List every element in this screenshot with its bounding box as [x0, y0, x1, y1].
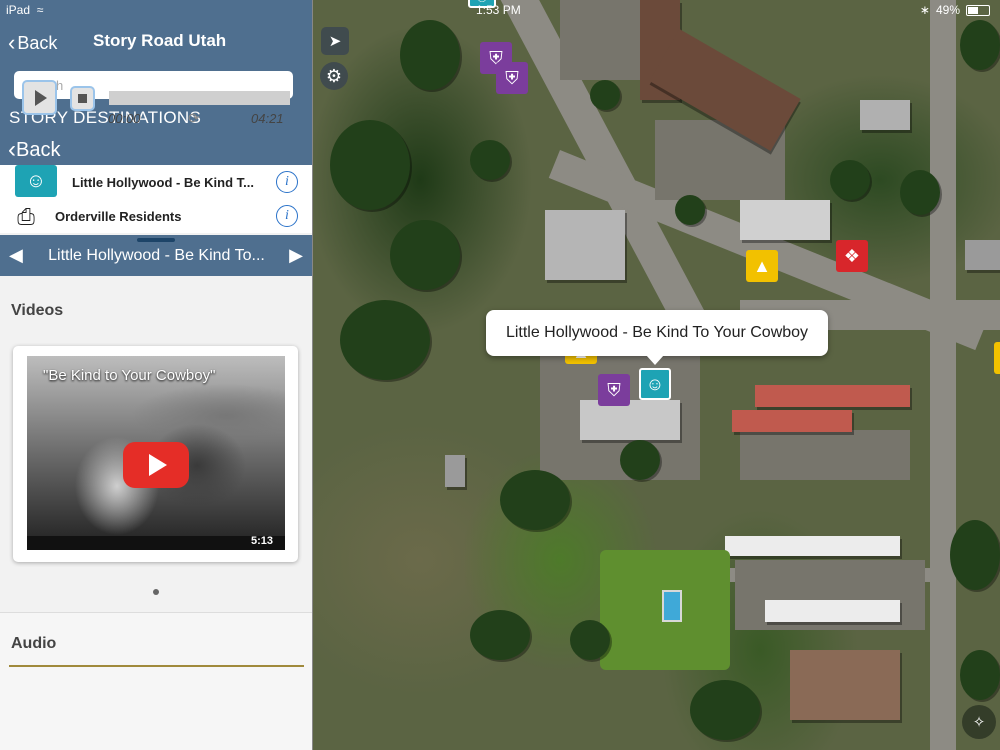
- map-parking-lot: [560, 0, 650, 80]
- map-building: [790, 650, 900, 720]
- chevron-left-icon: ‹: [8, 136, 16, 163]
- map-building: [445, 455, 465, 487]
- device-label: iPad: [6, 3, 31, 17]
- location-arrow-icon[interactable]: ➤: [321, 27, 349, 55]
- divider: [9, 665, 304, 667]
- drag-handle[interactable]: [137, 238, 175, 242]
- videos-heading: Videos: [11, 302, 64, 319]
- map-building: [740, 200, 830, 240]
- video-thumbnail[interactable]: "Be Kind to Your Cowboy" 5:13: [27, 356, 285, 550]
- map-tree: [830, 160, 870, 200]
- map-tree: [900, 170, 940, 215]
- list-back-button[interactable]: ‹ Back: [8, 136, 60, 164]
- map-building: [755, 385, 910, 407]
- arrow-left-icon[interactable]: ◀: [9, 245, 23, 266]
- page-indicator-dot: [153, 589, 159, 595]
- battery-icon: [966, 4, 990, 16]
- youtube-play-icon[interactable]: [123, 442, 189, 488]
- info-icon[interactable]: i: [276, 205, 298, 227]
- list-back-label: Back: [16, 138, 61, 161]
- map-tree: [620, 440, 660, 480]
- map-marker-car[interactable]: ⛨: [598, 374, 630, 406]
- map-tree: [690, 680, 760, 740]
- map-parking-lot: [740, 430, 910, 480]
- map-pool: [662, 590, 682, 622]
- map-building: [580, 400, 680, 440]
- back-button-label: Back: [17, 32, 58, 53]
- audio-time-end: 04:21: [251, 111, 284, 126]
- page-title: Story Road Utah: [93, 31, 227, 50]
- map-tree: [950, 520, 1000, 590]
- destination-label: Little Hollywood - Be Kind T...: [72, 174, 254, 190]
- camera-icon: ⎙: [17, 204, 35, 229]
- status-bar-right: ∗ 49%: [920, 3, 990, 17]
- video-caption: "Be Kind to Your Cowboy": [43, 367, 216, 384]
- destination-list: ☺ Little Hollywood - Be Kind T... i ⎙ Or…: [0, 165, 312, 233]
- map-marker-car[interactable]: ⛨: [496, 62, 528, 94]
- map-tree: [960, 650, 1000, 700]
- map-tree: [390, 220, 460, 290]
- battery-percent: 49%: [935, 3, 960, 17]
- list-item[interactable]: ⎙ Orderville Residents i: [0, 199, 312, 233]
- map-callout[interactable]: Little Hollywood - Be Kind To Your Cowbo…: [486, 310, 828, 365]
- map-building: [732, 410, 852, 432]
- back-button[interactable]: ‹ Back: [8, 30, 57, 56]
- map-marker-handshake[interactable]: ❖: [836, 240, 868, 272]
- map-tree: [570, 620, 610, 660]
- bluetooth-icon: ∗: [919, 3, 930, 17]
- map-marker-story-selected[interactable]: ☺: [639, 368, 671, 400]
- play-button[interactable]: [22, 80, 57, 115]
- map-tree: [675, 195, 705, 225]
- map-tree: [500, 470, 570, 530]
- audio-heading: Audio: [11, 635, 57, 652]
- map-road: [930, 0, 956, 750]
- arrow-right-icon[interactable]: ▶: [289, 245, 303, 266]
- map-building: [765, 600, 900, 622]
- map-building: [860, 100, 910, 130]
- audio-time-start: 00:00: [108, 111, 141, 126]
- map-tree: [330, 120, 410, 210]
- reading-person-icon: ☺: [15, 165, 57, 197]
- map-tree: [590, 80, 620, 110]
- stop-button[interactable]: [70, 86, 95, 111]
- status-bar-left: iPad ≈: [6, 3, 43, 17]
- info-icon[interactable]: i: [276, 171, 298, 193]
- map-tree: [470, 140, 510, 180]
- map-building: [725, 536, 900, 556]
- map-marker-tent[interactable]: ▲: [746, 250, 778, 282]
- wifi-icon: ≈: [33, 3, 44, 17]
- compass-icon[interactable]: ✧: [962, 705, 996, 739]
- video-duration: 5:13: [250, 535, 273, 547]
- list-item[interactable]: ☺ Little Hollywood - Be Kind T... i: [0, 165, 312, 199]
- status-time: 1:53 PM: [476, 3, 521, 17]
- repeat-icon[interactable]: ⟳: [188, 110, 200, 127]
- destination-label: Orderville Residents: [55, 208, 182, 224]
- map-tree: [470, 610, 530, 660]
- map-building: [545, 210, 625, 280]
- carousel-title: Little Hollywood - Be Kind To...: [48, 246, 265, 264]
- gear-icon[interactable]: ⚙: [320, 62, 348, 90]
- map-building: [965, 240, 1000, 270]
- map-marker-tent[interactable]: [994, 342, 1000, 374]
- map-tree: [960, 20, 1000, 70]
- map-tree: [340, 300, 430, 380]
- audio-progress-bar[interactable]: [109, 91, 290, 105]
- audio-section: Audio: [0, 612, 312, 750]
- destination-carousel: ◀ Little Hollywood - Be Kind To... ▶: [0, 235, 312, 276]
- video-card[interactable]: "Be Kind to Your Cowboy" 5:13: [13, 346, 298, 562]
- chevron-left-icon: ‹: [8, 30, 16, 55]
- story-panel: iPad ≈ ‹ Back Story Road Utah STORY DEST…: [0, 0, 313, 750]
- map-tree: [400, 20, 460, 90]
